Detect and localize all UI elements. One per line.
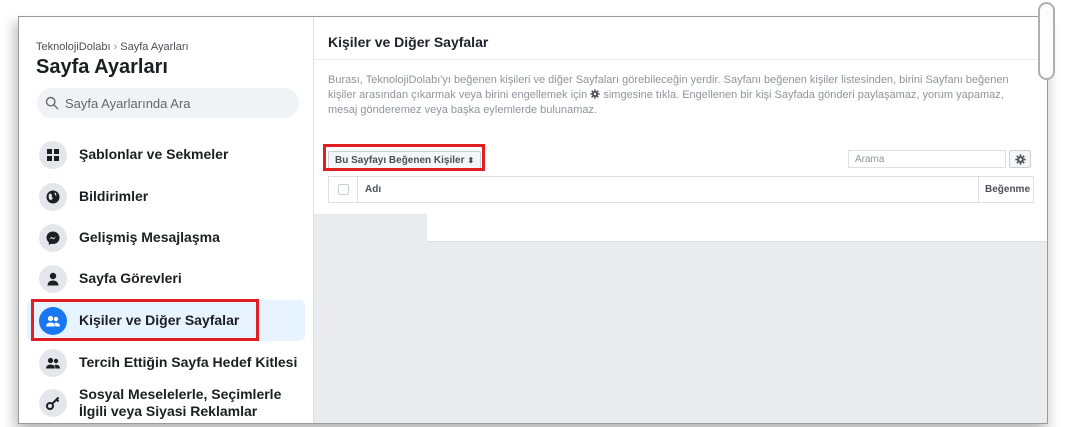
breadcrumb-current[interactable]: Sayfa Ayarları [120,41,188,53]
sidebar: TeknolojiDolabı › Sayfa Ayarları Sayfa Aya… [19,17,314,423]
people-icon [39,348,67,377]
section-title: Kişiler ve Diğer Sayfalar [328,34,489,50]
sidebar-item-label: Kişiler ve Diğer Sayfalar [79,312,240,328]
sort-caret-icon: ⬍ [467,156,475,165]
content-background [314,214,1047,423]
globe-icon [39,182,67,211]
sidebar-item-templates[interactable]: Şablonlar ve Sekmeler [27,134,305,175]
sidebar-item-label: Gelişmiş Mesajlaşma [79,229,220,245]
sidebar-item-label: Sosyal Meselelerle, Seçimlerle İlgili ve… [79,386,282,419]
gear-icon [1014,153,1026,165]
select-all-checkbox[interactable] [338,184,349,195]
breadcrumb-separator: › [113,41,118,53]
settings-window: TeknolojiDolabı › Sayfa Ayarları Sayfa Aya… [18,16,1048,424]
column-header-like[interactable]: Beğenme [985,184,1030,195]
sidebar-item-notifications[interactable]: Bildirimler [27,176,305,217]
gear-icon [590,89,600,99]
empty-table-row [427,214,1047,242]
sidebar-item-label: Bildirimler [79,188,149,204]
sidebar-item-label: Tercih Ettiğin Sayfa Hedef Kitlesi [79,354,298,370]
sidebar-item-people-and-pages[interactable]: Kişiler ve Diğer Sayfalar [27,300,305,341]
grid-icon [39,140,67,169]
breadcrumb-parent[interactable]: TeknolojiDolabı [36,41,111,53]
page-title: Sayfa Ayarları [36,56,168,78]
settings-search[interactable] [37,88,299,118]
people-search-input[interactable] [848,150,1006,168]
people-icon [39,306,67,335]
sidebar-item-label: Şablonlar ve Sekmeler [79,146,229,162]
table-header: Adı Beğenme [328,176,1034,203]
sidebar-item-preferred-audience[interactable]: Tercih Ettiğin Sayfa Hedef Kitlesi [27,342,305,383]
search-icon [45,96,59,110]
breadcrumb: TeknolojiDolabı › Sayfa Ayarları [36,41,189,53]
divider [314,59,1047,60]
table-settings-button[interactable] [1009,150,1031,168]
column-divider [357,177,358,202]
column-divider [978,177,979,202]
settings-search-input[interactable] [63,94,287,112]
sidebar-item-page-roles[interactable]: Sayfa Görevleri [27,258,305,299]
filter-label: Bu Sayfayı Beğenen Kişiler [335,155,465,166]
sidebar-item-advanced-messaging[interactable]: Gelişmiş Mesajlaşma [27,217,305,258]
key-icon [39,389,67,417]
messenger-icon [39,223,67,252]
column-header-name[interactable]: Adı [365,184,381,195]
section-description: Burası, TeknolojiDolabı'yı beğenen kişil… [328,73,1028,118]
sidebar-item-label: Sayfa Görevleri [79,270,182,286]
scrollbar-thumb[interactable] [1038,2,1055,80]
person-icon [39,264,67,293]
sidebar-item-political-ads[interactable]: Sosyal Meselelerle, Seçimlerle İlgili ve… [27,383,305,423]
content-background [314,214,428,241]
main-panel: Kişiler ve Diğer Sayfalar Burası, Teknol… [314,17,1047,423]
people-filter-dropdown[interactable]: Bu Sayfayı Beğenen Kişiler ⬍ [328,151,482,171]
